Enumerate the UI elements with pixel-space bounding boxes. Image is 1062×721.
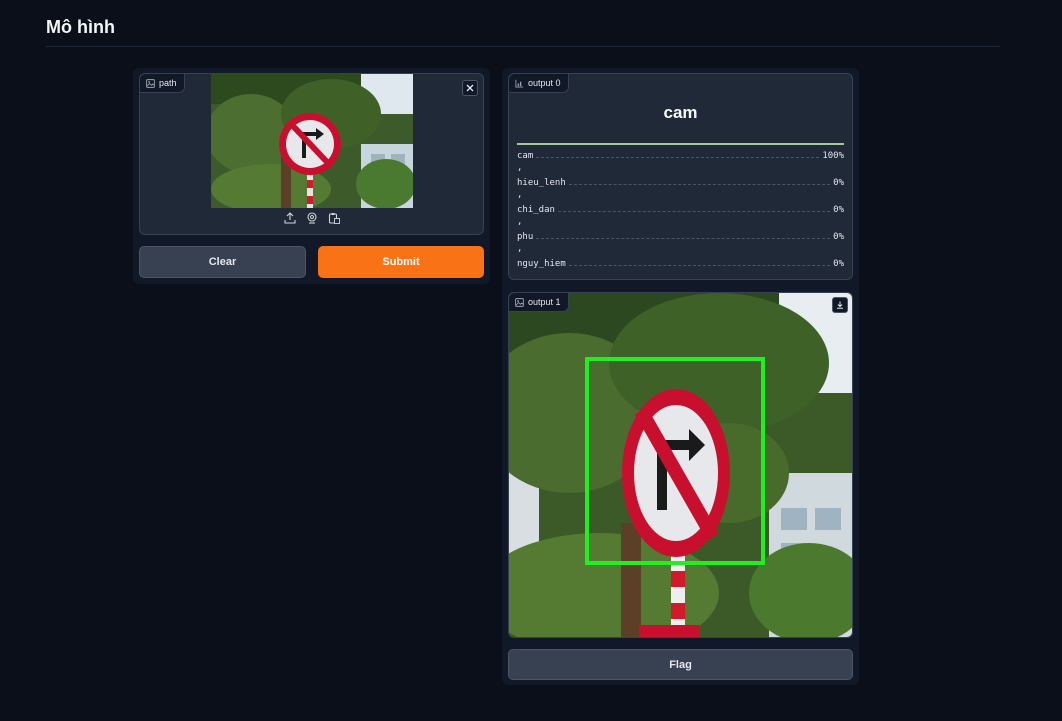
image-icon (515, 297, 524, 307)
confidence-value: 0% (833, 259, 844, 269)
download-button[interactable] (832, 297, 848, 313)
confidence-value: 100% (822, 151, 844, 161)
confidence-name: chi_dan (517, 205, 555, 215)
leader-dots (568, 264, 831, 266)
image-icon (146, 78, 155, 88)
confidence-row: nguy_hiem 0% (517, 257, 844, 271)
leader-dots (536, 156, 820, 158)
download-icon (837, 301, 843, 309)
image-input-label: path (140, 74, 185, 93)
clear-button[interactable]: Clear (139, 246, 306, 278)
confidence-row: phu 0% (517, 230, 844, 244)
close-icon (466, 84, 474, 92)
confidence-row: chi_dan 0% (517, 203, 844, 217)
image-input-box[interactable]: path (139, 73, 484, 235)
separator: , (517, 163, 523, 173)
leader-dots (536, 237, 831, 239)
confidence-value: 0% (833, 178, 844, 188)
output0-label-text: output 0 (528, 78, 561, 88)
confidence-row: cam 100% (517, 149, 844, 163)
leader-dots (568, 183, 831, 185)
input-image-preview (211, 74, 413, 208)
leader-dots (557, 210, 831, 212)
output-panel: output 0 cam cam 100% , hieu_lenh 0% , c… (502, 68, 859, 685)
clipboard-icon[interactable] (328, 212, 340, 224)
bar-chart-icon (515, 79, 524, 88)
clear-image-button[interactable] (462, 80, 478, 96)
output-image (509, 293, 852, 637)
separator: , (517, 244, 523, 254)
separator: , (517, 190, 523, 200)
image-input-label-text: path (159, 78, 177, 88)
confidence-name: hieu_lenh (517, 178, 566, 188)
confidence-bar (517, 143, 844, 145)
output0-label: output 0 (509, 74, 569, 93)
output1-label-text: output 1 (528, 297, 561, 307)
output-image-box: output 1 (508, 292, 853, 638)
confidence-name: phu (517, 232, 534, 242)
confidence-value: 0% (833, 232, 844, 242)
flag-button[interactable]: Flag (508, 649, 853, 680)
output1-label: output 1 (509, 293, 569, 312)
confidence-name: nguy_hiem (517, 259, 566, 269)
upload-icon[interactable] (284, 212, 296, 224)
confidence-value: 0% (833, 205, 844, 215)
predicted-label: cam (663, 103, 698, 122)
confidence-name: cam (517, 151, 534, 161)
separator: , (517, 217, 523, 227)
webcam-icon[interactable] (306, 212, 318, 224)
title-divider (46, 46, 1000, 47)
submit-button[interactable]: Submit (318, 246, 484, 278)
page-title: Mô hình (46, 17, 115, 37)
input-panel: path Clear Submit (133, 68, 490, 284)
confidence-row: hieu_lenh 0% (517, 176, 844, 190)
